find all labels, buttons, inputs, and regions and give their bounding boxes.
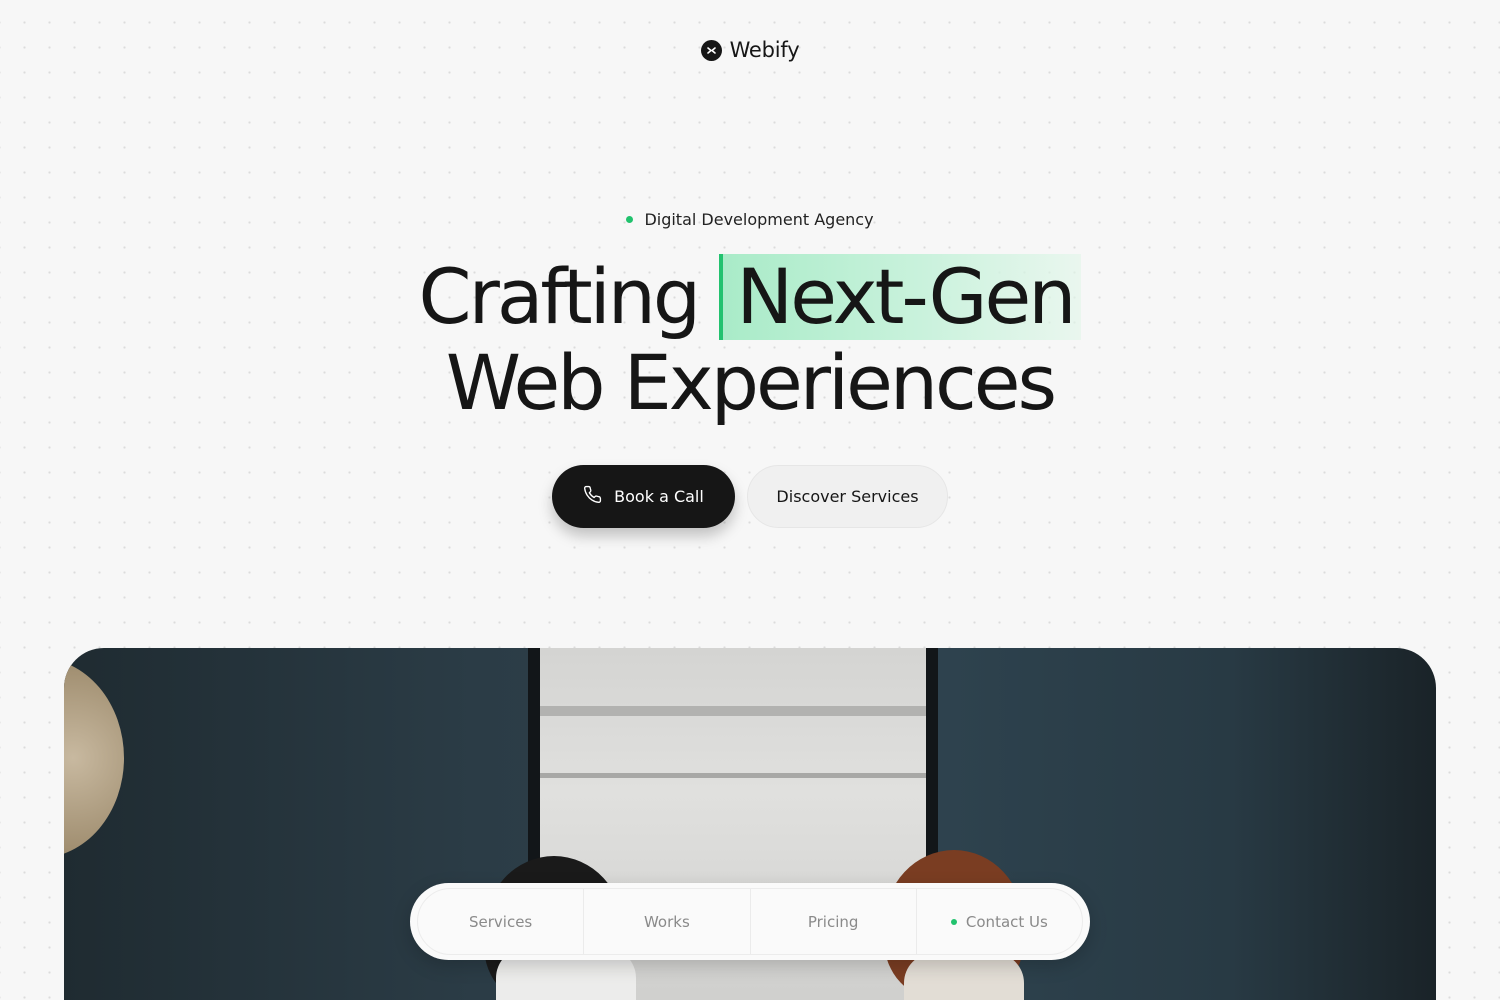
- nav-item-pricing[interactable]: Pricing: [751, 889, 917, 954]
- headline-start: Crafting: [418, 252, 702, 341]
- nav-label: Pricing: [807, 912, 859, 931]
- window-frame: [540, 773, 926, 778]
- brand-logo[interactable]: Webify: [0, 38, 1500, 62]
- nav-label: Works: [643, 912, 690, 931]
- status-dot-icon: [950, 918, 957, 925]
- tagline-text: Digital Development Agency: [644, 210, 874, 229]
- webify-logo-icon: [700, 39, 722, 61]
- nav-item-contact-us[interactable]: Contact Us: [917, 889, 1082, 954]
- headline-line-2: Web Experiences: [445, 338, 1057, 427]
- discover-services-label: Discover Services: [776, 487, 919, 506]
- wall-mirror: [64, 658, 124, 858]
- headline-highlight: Next-Gen: [719, 254, 1082, 340]
- discover-services-button[interactable]: Discover Services: [747, 465, 948, 528]
- shirt-right: [904, 953, 1024, 1000]
- hero-tagline: Digital Development Agency: [0, 210, 1500, 229]
- status-dot-icon: [626, 216, 634, 223]
- window-bar: [540, 706, 926, 716]
- floating-nav: Services Works Pricing Contact Us: [410, 883, 1090, 960]
- nav-item-services[interactable]: Services: [418, 889, 585, 954]
- book-a-call-button[interactable]: Book a Call: [552, 465, 735, 528]
- nav-label: Services: [468, 912, 533, 931]
- hero-headline: Crafting Next-Gen Web Experiences: [0, 254, 1500, 426]
- brand-name: Webify: [729, 38, 800, 62]
- nav-inner: Services Works Pricing Contact Us: [417, 888, 1083, 955]
- nav-label: Contact Us: [965, 912, 1048, 931]
- nav-item-works[interactable]: Works: [584, 889, 751, 954]
- book-a-call-label: Book a Call: [614, 487, 704, 506]
- hero-cta-group: Book a Call Discover Services: [0, 465, 1500, 528]
- phone-icon: [583, 485, 602, 508]
